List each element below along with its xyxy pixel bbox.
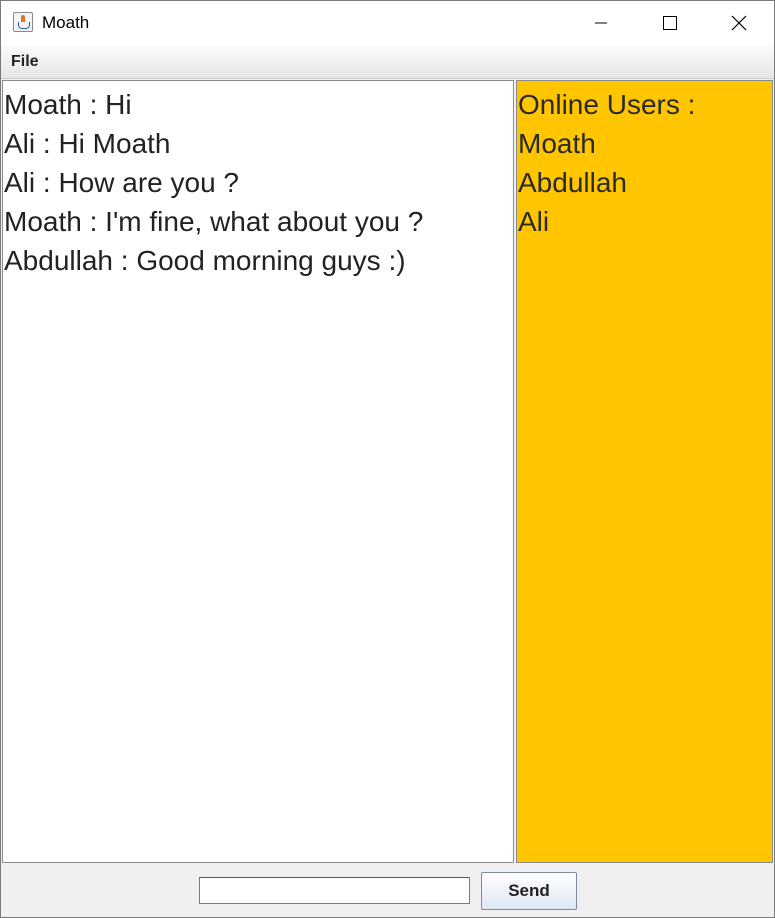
composer-bar: Send: [1, 863, 774, 917]
maximize-icon: [663, 16, 677, 30]
java-app-icon: [13, 12, 33, 32]
chat-message: Ali : Hi Moath: [4, 128, 171, 159]
chat-message: Moath : Hi: [4, 89, 132, 120]
title-bar[interactable]: Moath: [1, 1, 774, 45]
online-users-panel[interactable]: Online Users : Moath Abdullah Ali: [516, 80, 773, 863]
close-button[interactable]: [704, 1, 774, 45]
menu-bar: File: [1, 45, 774, 79]
online-user-item[interactable]: Moath: [517, 124, 772, 163]
maximize-button[interactable]: [635, 1, 705, 45]
menu-file[interactable]: File: [11, 53, 39, 71]
chat-messages-area[interactable]: Moath : Hi Ali : Hi Moath Ali : How are …: [2, 80, 514, 863]
online-user-item[interactable]: Abdullah: [517, 163, 772, 202]
message-input[interactable]: [199, 877, 470, 904]
online-users-list: Online Users : Moath Abdullah Ali: [517, 85, 772, 241]
send-button[interactable]: Send: [481, 872, 577, 910]
minimize-button[interactable]: [566, 1, 636, 45]
minimize-icon: [595, 22, 607, 24]
online-user-item[interactable]: Ali: [517, 202, 772, 241]
chat-message: Moath : I'm fine, what about you ?: [4, 206, 424, 237]
chat-window: Moath File Moath : Hi Ali : Hi Moath Ali…: [0, 0, 775, 918]
chat-message: Abdullah : Good morning guys :): [4, 245, 406, 276]
online-users-header: Online Users :: [518, 89, 696, 120]
close-icon: [731, 15, 747, 31]
chat-message: Ali : How are you ?: [4, 167, 239, 198]
window-title: Moath: [42, 13, 90, 32]
chat-message-list: Moath : Hi Ali : Hi Moath Ali : How are …: [3, 85, 513, 280]
